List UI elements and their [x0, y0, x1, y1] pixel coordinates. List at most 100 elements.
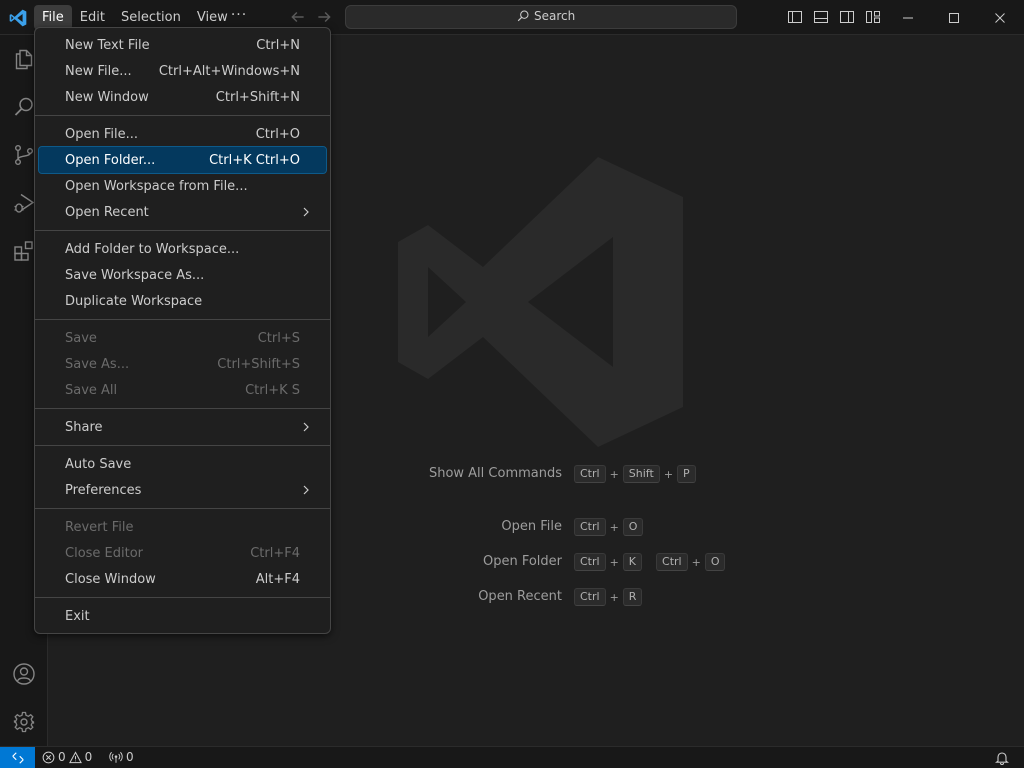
source-control-icon[interactable] [12, 143, 36, 167]
toggle-primary-sidebar-icon[interactable] [787, 9, 803, 25]
forward-arrow-icon[interactable] [315, 8, 333, 26]
vscode-logo-icon [9, 9, 27, 27]
remote-indicator-button[interactable] [0, 747, 35, 768]
menu-item-shortcut: Ctrl+O [255, 126, 300, 142]
problems-status[interactable]: 0 0 [42, 750, 92, 764]
menu-item-new-window[interactable]: New Window Ctrl+Shift+N [39, 84, 326, 110]
menu-item-revert-file: Revert File [39, 514, 326, 540]
menu-item-shortcut: Ctrl+N [256, 37, 300, 53]
key: O [622, 518, 644, 536]
key: Shift [622, 465, 660, 483]
chevron-right-icon [303, 207, 309, 217]
menu-item-close-window[interactable]: Close Window Alt+F4 [39, 566, 326, 592]
menu-separator [35, 115, 330, 116]
customize-layout-icon[interactable] [865, 9, 881, 25]
toggle-panel-icon[interactable] [813, 9, 829, 25]
warning-count: 0 [84, 750, 93, 764]
shortcut-open-recent[interactable]: Open Recent Ctrl + R [428, 588, 643, 606]
search-label: Search [534, 9, 576, 23]
search-icon [517, 10, 529, 22]
extensions-icon[interactable] [12, 239, 36, 263]
key: R [622, 588, 643, 606]
run-and-debug-icon[interactable] [12, 191, 36, 215]
minimize-button[interactable] [885, 0, 931, 35]
menu-item-duplicate-workspace[interactable]: Duplicate Workspace [39, 288, 326, 314]
key: K [622, 553, 643, 571]
menu-separator [35, 508, 330, 509]
menu-item-shortcut: Alt+F4 [255, 571, 300, 587]
menu-item-shortcut: Ctrl+S [257, 330, 300, 346]
menu-separator [35, 408, 330, 409]
key: O [704, 553, 726, 571]
menu-item-save: Save Ctrl+S [39, 325, 326, 351]
menu-item-save-workspace-as[interactable]: Save Workspace As... [39, 262, 326, 288]
shortcut-keys: Ctrl + K Ctrl + O [574, 553, 726, 571]
menu-separator [35, 597, 330, 598]
menu-item-label: Open Folder... [65, 152, 156, 168]
explorer-icon[interactable] [12, 47, 36, 71]
menu-item-open-recent[interactable]: Open Recent [39, 199, 326, 225]
menu-item-shortcut: Ctrl+F4 [250, 545, 300, 561]
chevron-right-icon [303, 422, 309, 432]
menu-item-label: Revert File [65, 519, 134, 535]
menu-item-open-folder[interactable]: Open Folder... Ctrl+K Ctrl+O [38, 146, 327, 174]
menu-item-label: Save All [65, 382, 118, 398]
menu-item-label: New Window [65, 89, 149, 105]
menu-item-label: Preferences [65, 482, 142, 498]
key: Ctrl [574, 465, 606, 483]
menu-item-label: Close Editor [65, 545, 144, 561]
menu-item-add-folder-to-workspace[interactable]: Add Folder to Workspace... [39, 236, 326, 262]
toggle-secondary-sidebar-icon[interactable] [839, 9, 855, 25]
menu-separator [35, 319, 330, 320]
accounts-icon[interactable] [12, 662, 36, 686]
warning-icon [68, 750, 82, 763]
back-arrow-icon[interactable] [289, 8, 307, 26]
menu-item-label: Save As... [65, 356, 130, 372]
shortcut-open-folder[interactable]: Open Folder Ctrl + K Ctrl + O [428, 553, 726, 571]
chevron-right-icon [303, 485, 309, 495]
menu-item-new-text-file[interactable]: New Text File Ctrl+N [39, 32, 326, 58]
minimize-icon [903, 17, 913, 18]
shortcut-open-file[interactable]: Open File Ctrl + O [428, 518, 644, 536]
menu-item-open-file[interactable]: Open File... Ctrl+O [39, 121, 326, 147]
menu-item-share[interactable]: Share [39, 414, 326, 440]
shortcut-keys: Ctrl + R [574, 588, 643, 606]
shortcut-label: Open Recent [478, 589, 562, 604]
notifications-bell-icon[interactable] [995, 751, 1009, 765]
menu-item-shortcut: Ctrl+Shift+N [215, 89, 300, 105]
menu-item-open-workspace-from-file[interactable]: Open Workspace from File... [39, 173, 326, 199]
menu-item-new-file[interactable]: New File... Ctrl+Alt+Windows+N [39, 58, 326, 84]
menu-item-close-editor: Close Editor Ctrl+F4 [39, 540, 326, 566]
menu-item-label: Open Recent [65, 204, 149, 220]
menu-item-exit[interactable]: Exit [39, 603, 326, 629]
menu-item-label: Add Folder to Workspace... [65, 241, 240, 257]
shortcut-label: Open File [501, 519, 562, 534]
menu-item-save-all: Save All Ctrl+K S [39, 377, 326, 403]
command-center-search[interactable]: Search [345, 5, 737, 29]
menu-item-save-as: Save As... Ctrl+Shift+S [39, 351, 326, 377]
menu-item-preferences[interactable]: Preferences [39, 477, 326, 503]
search-icon[interactable] [12, 95, 36, 119]
maximize-icon [949, 12, 959, 23]
menu-item-label: Exit [65, 608, 90, 624]
menu-item-auto-save[interactable]: Auto Save [39, 451, 326, 477]
maximize-button[interactable] [931, 0, 977, 35]
menu-item-shortcut: Ctrl+Alt+Windows+N [158, 63, 300, 79]
shortcut-label: Show All Commands [428, 466, 562, 481]
menu-item-label: New File... [65, 63, 132, 79]
menu-item-shortcut: Ctrl+Shift+S [217, 356, 300, 372]
menu-item-label: Open Workspace from File... [65, 178, 248, 194]
menu-item-label: Share [65, 419, 103, 435]
vscode-watermark-logo [398, 157, 683, 447]
ports-count: 0 [126, 750, 134, 764]
menu-item-shortcut: Ctrl+K Ctrl+O [209, 152, 300, 168]
manage-gear-icon[interactable] [12, 710, 36, 734]
close-window-button[interactable] [977, 0, 1023, 35]
error-icon [42, 751, 55, 763]
menu-item-label: Auto Save [65, 456, 132, 472]
shortcut-show-all-commands[interactable]: Show All Commands Ctrl + Shift + P [428, 465, 696, 483]
ports-status[interactable]: 0 [109, 750, 134, 764]
menu-item-label: Close Window [65, 571, 156, 587]
key: Ctrl [574, 553, 606, 571]
menu-separator [35, 230, 330, 231]
